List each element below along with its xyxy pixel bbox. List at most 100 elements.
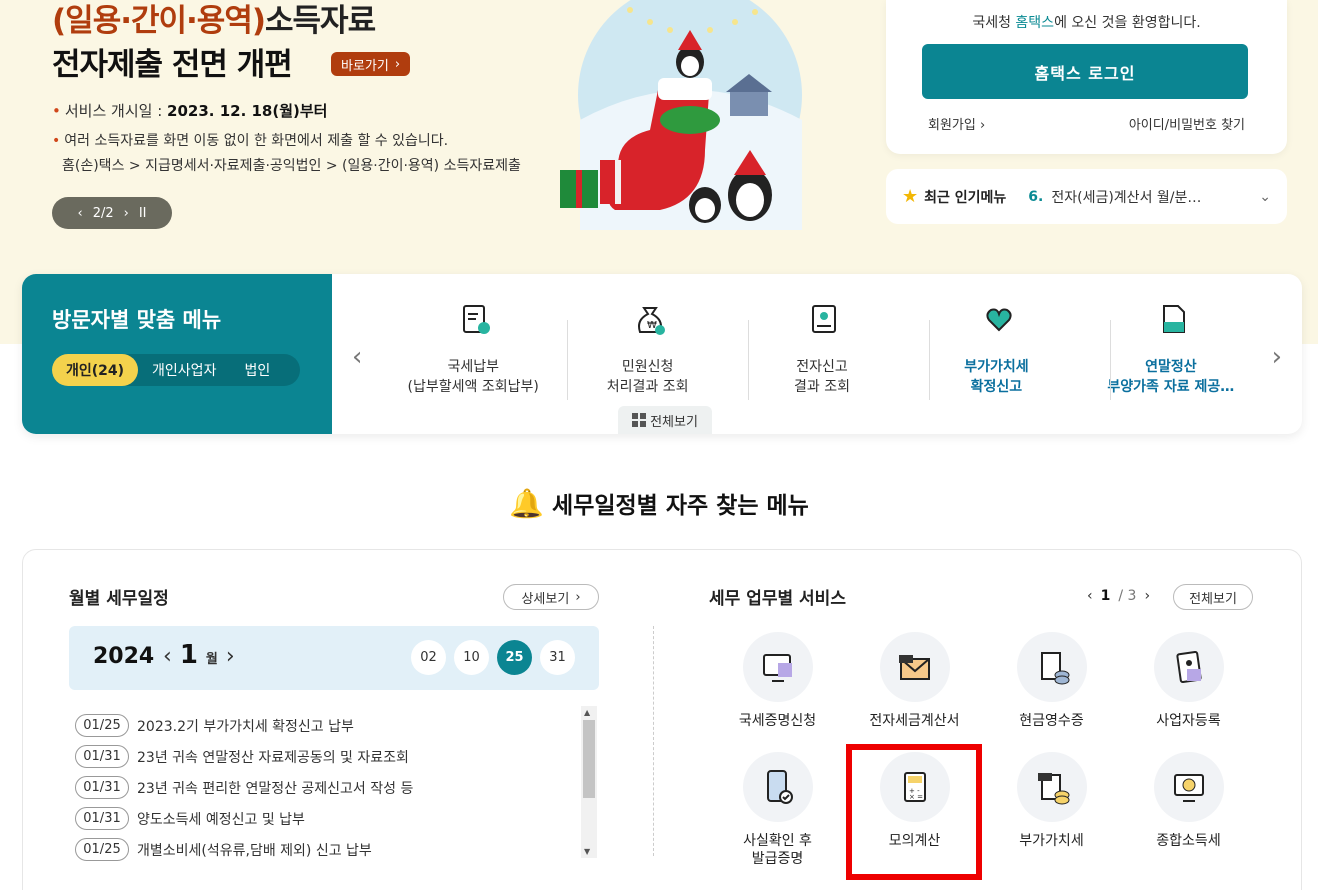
tax-payment-icon <box>463 305 490 334</box>
schedule-item[interactable]: 01/31 23년 귀속 연말정산 자료제공동의 및 자료조회 <box>75 741 590 772</box>
schedule-date: 01/25 <box>75 714 129 737</box>
banner-title-highlight: (일용·간이·용역) <box>52 3 266 39</box>
section-title: 🔔 세무일정별 자주 찾는 메뉴 <box>0 486 1318 520</box>
service-label: 모의계산 <box>888 833 941 849</box>
service-mock-calculation[interactable]: + - × = 모의계산 <box>846 752 983 850</box>
services-next-button[interactable]: › <box>1144 588 1150 604</box>
popular-item-text[interactable]: 전자(세금)계산서 월/분… <box>1051 187 1251 207</box>
banner-prev-button[interactable]: ‹ <box>78 206 83 221</box>
chevron-down-icon[interactable]: ⌄ <box>1259 189 1271 205</box>
quick-item-line2: 확정신고 <box>970 379 1023 395</box>
prev-month-button[interactable]: ‹ <box>163 644 172 669</box>
service-cash-receipt[interactable]: 현금영수증 <box>983 632 1120 730</box>
services-all-view-button[interactable]: 전체보기 <box>1173 584 1253 610</box>
banner-next-button[interactable]: › <box>124 206 129 221</box>
detail-view-label: 상세보기 <box>521 591 570 607</box>
bullet-dot-icon: • <box>52 133 61 149</box>
service-business-registration[interactable]: 사업자등록 <box>1120 632 1257 730</box>
service-e-tax-invoice[interactable]: 전자세금계산서 <box>846 632 983 730</box>
schedule-date: 01/31 <box>75 807 129 830</box>
banner-illustration <box>560 0 802 230</box>
services-page-current: 1 <box>1100 588 1111 604</box>
tab-corporation[interactable]: 법인 <box>230 354 284 386</box>
scroll-thumb[interactable] <box>583 720 595 798</box>
popular-title: 최근 인기메뉴 <box>924 189 1007 206</box>
schedule-text: 2023.2기 부가가치세 확정신고 납부 <box>137 718 354 735</box>
quick-menu-list: 국세납부 (납부할세액 조회납부) ₩ 민원신청 처리결과 조회 전자신고 결과… <box>386 274 1258 434</box>
banner-title-line2: 전자제출 전면 개편 <box>52 47 293 83</box>
scroll-down-icon[interactable]: ▼ <box>584 847 590 856</box>
banner-pause-button[interactable]: II <box>139 206 147 221</box>
hometax-login-button[interactable]: 홈택스 로그인 <box>922 44 1248 99</box>
goto-label: 바로가기 <box>341 58 389 74</box>
divider <box>929 320 930 400</box>
chevron-right-icon[interactable]: › <box>1272 342 1282 372</box>
schedule-item[interactable]: 01/25 개별소비세(석유류,담배 제외) 신고 납부 <box>75 834 590 865</box>
services-pager: ‹ 1 / 3 › <box>1087 588 1150 604</box>
service-fact-confirmation[interactable]: 사실확인 후 발급증명 <box>709 752 846 868</box>
column-divider <box>653 626 654 856</box>
service-label: 사실확인 후 발급증명 <box>743 833 812 867</box>
welcome-brand: 홈택스 <box>1015 15 1055 31</box>
quick-item-line2: 결과 조회 <box>794 379 850 395</box>
quick-item-e-filing-result[interactable]: 전자신고 결과 조회 <box>735 274 909 434</box>
divider <box>748 320 749 400</box>
calendar-year: 2024 <box>93 644 155 669</box>
service-label: 부가가치세 <box>1019 833 1084 849</box>
service-tax-certificate[interactable]: 국세증명신청 <box>709 632 846 730</box>
schedule-date: 01/31 <box>75 745 129 768</box>
quick-item-vat-final[interactable]: 부가가치세 확정신고 <box>909 274 1083 434</box>
bell-icon: 🔔 <box>509 486 545 520</box>
schedule-scrollbar[interactable]: ▲ ▼ <box>581 706 597 858</box>
banner-bullet-path: 홈(손)택스 > 지급명세서·자료제출·공익법인 > (일용·간이·용역) 소득… <box>62 158 521 174</box>
next-month-button[interactable]: › <box>226 644 235 669</box>
start-date-label: 서비스 개시일 : <box>64 102 163 120</box>
money-bag-icon: ₩ <box>638 307 666 335</box>
welcome-text: 국세청 홈택스에 오신 것을 환영합니다. <box>886 12 1287 32</box>
service-global-income-tax[interactable]: 종합소득세 <box>1120 752 1257 850</box>
schedule-item[interactable]: 01/31 양도소득세 예정신고 및 납부 <box>75 803 590 834</box>
service-label: 국세증명신청 <box>738 713 817 729</box>
service-vat[interactable]: 부가가치세 <box>983 752 1120 850</box>
tab-sole-proprietor[interactable]: 개인사업자 <box>138 354 230 386</box>
banner-goto-button[interactable]: 바로가기 › <box>331 52 411 76</box>
schedule-item[interactable]: 01/25 2023.2기 부가가치세 확정신고 납부 <box>75 710 590 741</box>
quick-item-line1: 전자신고 <box>796 359 848 375</box>
chevron-left-icon[interactable]: ‹ <box>352 342 362 372</box>
grid-icon <box>632 413 647 427</box>
quick-item-line1: 민원신청 <box>621 359 674 375</box>
phone-check-icon <box>742 752 813 822</box>
tax-envelope-icon <box>879 632 950 702</box>
schedule-days: 02 10 25 31 <box>411 640 575 675</box>
visitor-type-tabs: 개인(24) 개인사업자 법인 <box>52 354 300 386</box>
services-prev-button[interactable]: ‹ <box>1087 588 1093 604</box>
visitor-all-view-button[interactable]: 전체보기 <box>618 406 712 434</box>
day-chip[interactable]: 10 <box>454 640 489 675</box>
bullet-dot-icon: • <box>52 102 61 120</box>
quick-item-line2: (납부할세액 조회납부) <box>407 379 539 395</box>
banner-pager: ‹ 2/2 › II <box>52 197 172 229</box>
month-nav: ‹ 1 월 › <box>163 640 235 670</box>
signup-link[interactable]: 회원가입 › <box>928 114 985 133</box>
calculator-icon: + - × = <box>879 752 950 822</box>
day-chip[interactable]: 02 <box>411 640 446 675</box>
welcome-post: 에 오신 것을 환영합니다. <box>1054 15 1201 31</box>
schedule-text: 23년 귀속 편리한 연말정산 공제신고서 작성 등 <box>137 780 414 797</box>
calendar-month: 1 <box>179 640 198 670</box>
tab-individual[interactable]: 개인(24) <box>52 354 139 386</box>
find-id-password-link[interactable]: 아이디/비밀번호 찾기 <box>1129 114 1245 133</box>
quick-item-tax-payment[interactable]: 국세납부 (납부할세액 조회납부) <box>386 274 560 434</box>
signup-label: 회원가입 <box>928 118 976 133</box>
vat-document-icon <box>1016 752 1087 822</box>
day-chip[interactable]: 31 <box>540 640 575 675</box>
service-label: 전자세금계산서 <box>869 713 960 729</box>
won-monitor-icon <box>1153 752 1224 822</box>
day-chip-selected[interactable]: 25 <box>497 640 532 675</box>
popular-menu-bar[interactable]: ★ 최근 인기메뉴 6. 전자(세금)계산서 월/분… ⌄ <box>886 169 1287 224</box>
scroll-up-icon[interactable]: ▲ <box>584 708 590 717</box>
schedule-item[interactable]: 01/31 23년 귀속 편리한 연말정산 공제신고서 작성 등 <box>75 772 590 803</box>
visitor-menu-title: 방문자별 맞춤 메뉴 <box>52 308 222 332</box>
schedule-list: 01/25 2023.2기 부가가치세 확정신고 납부 01/31 23년 귀속 연… <box>75 710 590 865</box>
popular-rank: 6. <box>1028 188 1044 205</box>
detail-view-button[interactable]: 상세보기 › <box>503 584 599 610</box>
